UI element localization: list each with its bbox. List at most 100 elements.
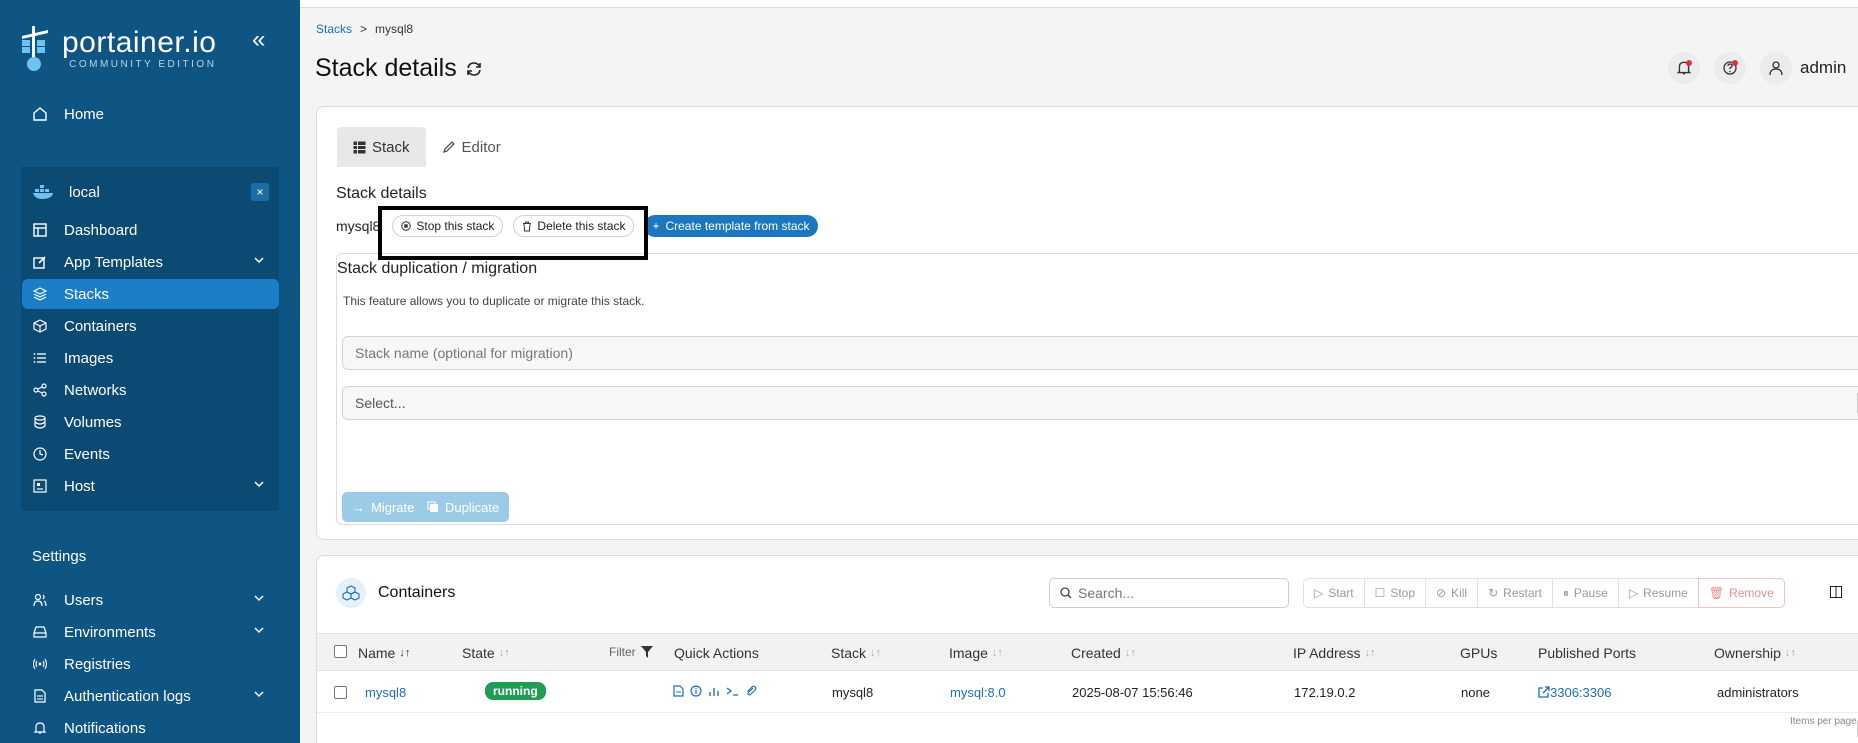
container-stack: mysql8 — [832, 685, 874, 700]
sidebar-item-notifications[interactable]: Notifications — [22, 713, 279, 743]
container-image[interactable]: mysql:8.0 — [950, 685, 1006, 700]
sidebar-item-stacks[interactable]: Stacks — [22, 279, 279, 309]
create-template-button[interactable]: + Create template from stack — [644, 215, 818, 237]
username[interactable]: admin — [1800, 58, 1846, 78]
home-icon — [32, 106, 48, 122]
sidebar-item-volumes[interactable]: Volumes — [22, 407, 279, 437]
search-icon — [1060, 587, 1072, 599]
refresh-icon[interactable] — [465, 60, 483, 78]
column-created[interactable]: Created ↓↑ — [1071, 645, 1136, 661]
breadcrumb-current: mysql8 — [375, 22, 414, 36]
pause-button[interactable]: ⏸ Pause — [1551, 578, 1619, 608]
sidebar-item-environments[interactable]: Environments — [22, 617, 279, 647]
container-name-link[interactable]: mysql8 — [365, 685, 406, 700]
breadcrumb-link-stacks[interactable]: Stacks — [316, 22, 352, 36]
migrate-button[interactable]: → Migrate — [342, 492, 425, 522]
sidebar-item-images[interactable]: Images — [22, 343, 279, 373]
sidebar-item-containers[interactable]: Containers — [22, 311, 279, 341]
create-template-label: Create template from stack — [665, 219, 810, 233]
column-state[interactable]: State ↓↑ — [462, 645, 510, 661]
published-port[interactable]: 3306:3306 — [1550, 685, 1611, 700]
chevron-down-icon[interactable] — [253, 624, 265, 636]
stats-icon[interactable] — [708, 685, 720, 697]
sidebar-item-label: Home — [64, 105, 105, 123]
user-menu-button[interactable] — [1760, 52, 1792, 84]
clock-icon — [32, 446, 48, 462]
column-state-label: State — [462, 645, 495, 661]
sidebar-item-label: Environments — [64, 623, 156, 641]
logs-icon[interactable] — [673, 685, 684, 697]
remove-button[interactable]: 🗑 Remove — [1697, 578, 1785, 608]
notifications-button[interactable] — [1668, 52, 1700, 84]
bell-icon — [32, 720, 48, 736]
sidebar-item-authentication-logs[interactable]: Authentication logs — [22, 681, 279, 711]
sort-icon: ↓↑ — [1784, 647, 1796, 659]
stop-button[interactable]: ☐ Stop — [1363, 578, 1427, 608]
column-image[interactable]: Image ↓↑ — [949, 645, 1003, 661]
container-created: 2025-08-07 15:56:46 — [1072, 685, 1193, 700]
sidebar-item-home[interactable]: Home — [22, 99, 279, 129]
migrate-label: Migrate — [371, 499, 415, 515]
arrow-right-icon: → — [352, 499, 365, 515]
tabs: Stack Editor — [337, 127, 517, 167]
container-image-link[interactable]: mysql:8.0 — [950, 685, 1006, 700]
sidebar-item-label: App Templates — [64, 253, 163, 271]
kill-button[interactable]: ⊘ Kill — [1425, 578, 1479, 608]
container-ip: 172.19.0.2 — [1294, 685, 1356, 700]
duplicate-button[interactable]: Duplicate — [417, 492, 510, 522]
plus-icon: + — [652, 219, 660, 233]
column-gpus: GPUs — [1460, 645, 1498, 661]
column-ownership[interactable]: Ownership ↓↑ — [1714, 645, 1796, 661]
restart-button[interactable]: ↻ Restart — [1477, 578, 1553, 608]
chevron-down-icon[interactable] — [253, 254, 265, 266]
environment-select[interactable]: Select... — [342, 386, 1858, 420]
attach-icon[interactable] — [745, 685, 757, 697]
dashboard-icon — [32, 222, 48, 238]
tab-editor[interactable]: Editor — [426, 127, 517, 167]
cubes-icon — [336, 578, 366, 608]
sidebar-item-networks[interactable]: Networks — [22, 375, 279, 405]
remove-label: Remove — [1729, 586, 1774, 600]
select-all-checkbox[interactable] — [334, 645, 347, 658]
sidebar-item-host[interactable]: Host — [22, 471, 279, 501]
sidebar-item-users[interactable]: Users — [22, 585, 279, 615]
column-stack[interactable]: Stack ↓↑ — [831, 645, 881, 661]
sort-icon: ↓↑ — [399, 647, 411, 659]
info-icon[interactable] — [690, 685, 702, 697]
containers-search-input[interactable]: Search... — [1049, 578, 1289, 608]
columns-icon[interactable] — [1830, 586, 1842, 598]
container-name[interactable]: mysql8 — [365, 685, 406, 700]
start-button[interactable]: ▷ Start — [1303, 578, 1365, 608]
chevron-down-icon[interactable] — [253, 592, 265, 604]
column-stack-label: Stack — [831, 645, 867, 661]
table-header: Name ↓↑ State ↓↑ Filter Quick Actions Stac… — [317, 633, 1858, 671]
tab-stack[interactable]: Stack — [337, 127, 426, 167]
column-name[interactable]: Name ↓↑ — [358, 645, 410, 661]
collapse-sidebar-icon[interactable]: « — [252, 28, 265, 52]
notification-dot — [1686, 60, 1692, 66]
play-icon: ▷ — [1314, 586, 1324, 600]
logo-title: portainer.io — [62, 26, 217, 59]
sidebar-item-dashboard[interactable]: Dashboard — [22, 215, 279, 245]
sidebar-item-events[interactable]: Events — [22, 439, 279, 469]
help-button[interactable] — [1714, 52, 1746, 84]
edit-icon — [32, 254, 48, 270]
column-ip[interactable]: IP Address ↓↑ — [1293, 645, 1375, 661]
status-badge: running — [485, 682, 546, 700]
sidebar-item-registries[interactable]: Registries — [22, 649, 279, 679]
resume-button[interactable]: ▷ Resume — [1617, 578, 1699, 608]
console-icon[interactable] — [726, 685, 739, 697]
filter-icon — [640, 646, 653, 658]
chevron-down-icon[interactable] — [253, 478, 265, 490]
sidebar-item-app-templates[interactable]: App Templates — [22, 247, 279, 277]
close-environment-icon[interactable]: × — [251, 183, 269, 201]
portainer-logo[interactable]: portainer.io COMMUNITY EDITION — [18, 26, 216, 72]
state-filter-button[interactable]: Filter — [609, 645, 653, 659]
stack-name-input[interactable]: Stack name (optional for migration) — [342, 336, 1858, 370]
published-port-link[interactable]: 3306:3306 — [1538, 685, 1611, 700]
chevron-down-icon[interactable] — [253, 688, 265, 700]
ban-icon: ⊘ — [1436, 586, 1447, 600]
logo-subtitle: COMMUNITY EDITION — [69, 59, 217, 70]
box-icon — [32, 318, 48, 334]
row-checkbox[interactable] — [334, 686, 347, 699]
